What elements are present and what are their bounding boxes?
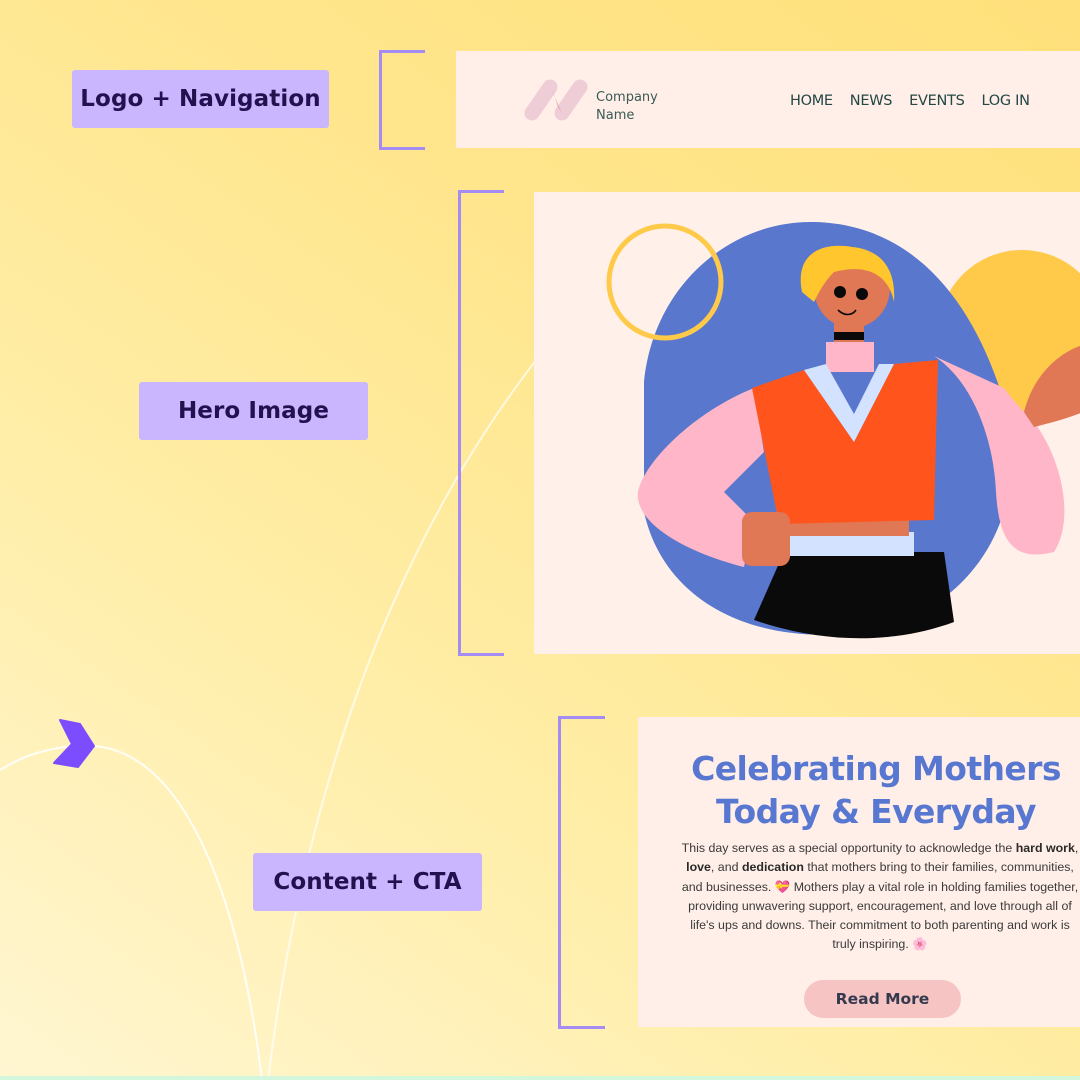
hero-illustration xyxy=(606,221,1080,639)
hero-image xyxy=(534,192,1080,654)
headline-line2: Today & Everyday xyxy=(716,792,1037,831)
headline-line1: Celebrating Mothers xyxy=(691,749,1061,788)
bottom-strip xyxy=(0,1076,1080,1080)
body-bold-dedication: dedication xyxy=(741,860,804,875)
body-text-segment: , and xyxy=(710,860,742,875)
nav-link-home[interactable]: HOME xyxy=(790,93,833,109)
nav-link-news[interactable]: NEWS xyxy=(850,93,893,109)
company-name-line2: Name xyxy=(596,108,635,123)
nav-link-events[interactable]: EVENTS xyxy=(909,93,965,109)
body-paragraph: This day serves as a special opportunity… xyxy=(678,839,1080,955)
label-logo-navigation: Logo + Navigation xyxy=(72,70,329,128)
company-name-line1: Company xyxy=(596,90,658,105)
nav-link-login[interactable]: LOG IN xyxy=(982,93,1030,109)
cherry-blossom-icon: 🌸 xyxy=(912,937,928,952)
company-name: Company Name xyxy=(596,89,658,125)
body-bold-hard-work: hard work xyxy=(1015,841,1075,855)
bracket-navigation xyxy=(379,50,425,150)
headline: Celebrating Mothers Today & Everyday xyxy=(672,747,1080,833)
content-section: Celebrating Mothers Today & Everyday Thi… xyxy=(638,717,1080,1027)
label-hero-image: Hero Image xyxy=(139,382,368,440)
chevron-right-icon xyxy=(53,719,95,768)
bracket-hero xyxy=(458,190,504,656)
nav-links: HOME NEWS EVENTS LOG IN xyxy=(790,93,1047,109)
body-text-segment: , xyxy=(1074,841,1079,855)
heart-ribbon-icon: 💝 xyxy=(774,879,791,894)
bracket-content xyxy=(558,716,605,1029)
read-more-button[interactable]: Read More xyxy=(804,980,961,1018)
body-text-segment: This day serves as a special opportunity… xyxy=(681,841,1016,855)
body-bold-love: love xyxy=(686,860,711,875)
label-content-cta: Content + CTA xyxy=(253,853,482,911)
navigation-bar: Company Name HOME NEWS EVENTS LOG IN xyxy=(456,51,1080,148)
company-logo-icon[interactable] xyxy=(520,77,592,123)
